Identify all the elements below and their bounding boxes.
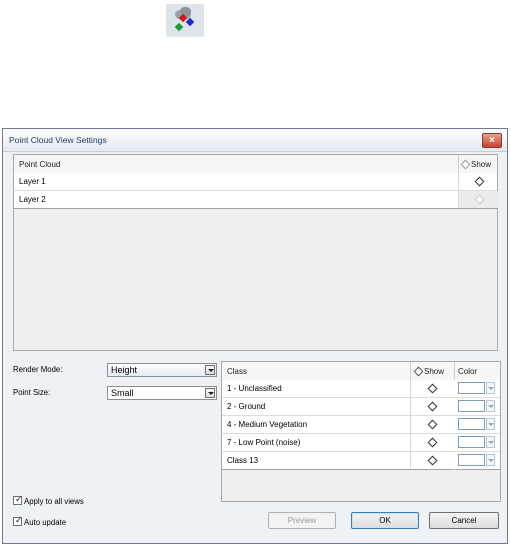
close-button[interactable]: × [482, 133, 502, 148]
class-color-picker[interactable] [455, 380, 500, 398]
class-row[interactable]: 7 - Low Point (noise) [222, 434, 455, 452]
class-show-cell[interactable] [410, 380, 455, 397]
class-row[interactable]: Class 13 [222, 452, 455, 470]
show-toggle-diamond-icon[interactable] [474, 176, 485, 187]
chevron-down-icon[interactable] [486, 436, 495, 448]
class-row[interactable]: 1 - Unclassified [222, 380, 455, 398]
class-show-cell[interactable] [410, 452, 455, 469]
show-toggle-diamond-icon[interactable] [427, 419, 438, 430]
preview-button[interactable]: Preview [268, 512, 336, 529]
cancel-button[interactable]: Cancel [429, 512, 499, 529]
class-row[interactable]: 2 - Ground [222, 398, 455, 416]
column-divider [458, 155, 459, 173]
chevron-down-icon[interactable] [486, 454, 495, 466]
class-name: 2 - Ground [227, 402, 266, 411]
render-mode-select[interactable]: Height [107, 363, 217, 377]
class-name: 1 - Unclassified [227, 384, 282, 393]
layer-name: Layer 1 [19, 177, 46, 186]
auto-update-label[interactable]: Auto update [24, 518, 66, 527]
title-bar[interactable]: Point Cloud View Settings × [3, 129, 507, 152]
class-name: Class 13 [227, 456, 259, 465]
class-color-picker[interactable] [455, 452, 500, 470]
point-cloud-table-header: Point Cloud Show [14, 155, 497, 174]
point-cloud-row-layer-1[interactable]: Layer 1 [14, 173, 497, 191]
class-show-cell[interactable] [410, 398, 455, 415]
checkmark-icon: ✓ [15, 494, 23, 504]
show-toggle-diamond-icon[interactable] [427, 383, 438, 394]
layer-1-show-cell[interactable] [458, 173, 499, 190]
show-all-diamond-icon[interactable] [460, 159, 471, 170]
auto-update-checkbox[interactable]: ✓ [13, 515, 23, 526]
green-point-icon [174, 22, 184, 32]
class-color-picker[interactable] [455, 398, 500, 416]
color-swatch[interactable] [458, 418, 485, 430]
chevron-down-icon[interactable] [486, 400, 495, 412]
show-toggle-diamond-icon[interactable] [474, 194, 485, 205]
point-size-label: Point Size: [13, 388, 51, 397]
class-color-picker[interactable] [455, 434, 500, 452]
class-show-cell[interactable] [410, 416, 455, 433]
show-toggle-diamond-icon[interactable] [427, 437, 438, 448]
point-cloud-icon[interactable] [166, 4, 204, 37]
apply-all-views-checkbox[interactable]: ✓ [13, 494, 23, 505]
class-color-picker[interactable] [455, 416, 500, 434]
class-name: 4 - Medium Vegetation [227, 420, 308, 429]
show-toggle-diamond-icon[interactable] [427, 455, 438, 466]
class-column-header[interactable]: Class [227, 367, 247, 376]
class-show-cell[interactable] [410, 434, 455, 451]
point-size-value: Small [111, 388, 134, 398]
dialog-title: Point Cloud View Settings [9, 135, 107, 145]
color-swatch[interactable] [458, 400, 485, 412]
point-size-select[interactable]: Small [107, 386, 217, 400]
chevron-down-icon[interactable] [486, 418, 495, 430]
point-cloud-row-layer-2[interactable]: Layer 2 [14, 191, 499, 209]
point-cloud-column-header[interactable]: Point Cloud [19, 160, 60, 169]
ok-button[interactable]: OK [351, 512, 419, 529]
blue-point-icon [185, 17, 195, 27]
color-swatch[interactable] [458, 436, 485, 448]
point-cloud-view-settings-dialog: Point Cloud View Settings × Point Cloud … [2, 128, 508, 544]
layer-2-show-cell[interactable] [458, 191, 499, 208]
show-all-diamond-icon[interactable] [413, 366, 424, 377]
checkmark-icon: ✓ [15, 515, 23, 525]
color-swatch[interactable] [458, 454, 485, 466]
render-mode-value: Height [111, 365, 138, 375]
class-table-header: Class Show Color [222, 362, 500, 381]
chevron-down-icon[interactable] [205, 365, 215, 375]
class-name: 7 - Low Point (noise) [227, 438, 301, 447]
chevron-down-icon[interactable] [486, 382, 495, 394]
show-column-header[interactable]: Show [424, 367, 444, 376]
color-swatch[interactable] [458, 382, 485, 394]
color-column-header[interactable]: Color [458, 367, 477, 376]
render-mode-label: Render Mode: [13, 365, 63, 374]
chevron-down-icon[interactable] [205, 388, 215, 398]
layer-name: Layer 2 [19, 195, 46, 204]
apply-all-views-label[interactable]: Apply to all views [24, 497, 84, 506]
show-column-header[interactable]: Show [471, 160, 491, 169]
point-cloud-table: Point Cloud Show Layer 1 Layer 2 [13, 154, 499, 351]
class-table: Class Show Color 1 - Unclassified 2 - Gr… [221, 361, 501, 502]
show-toggle-diamond-icon[interactable] [427, 401, 438, 412]
class-row[interactable]: 4 - Medium Vegetation [222, 416, 455, 434]
